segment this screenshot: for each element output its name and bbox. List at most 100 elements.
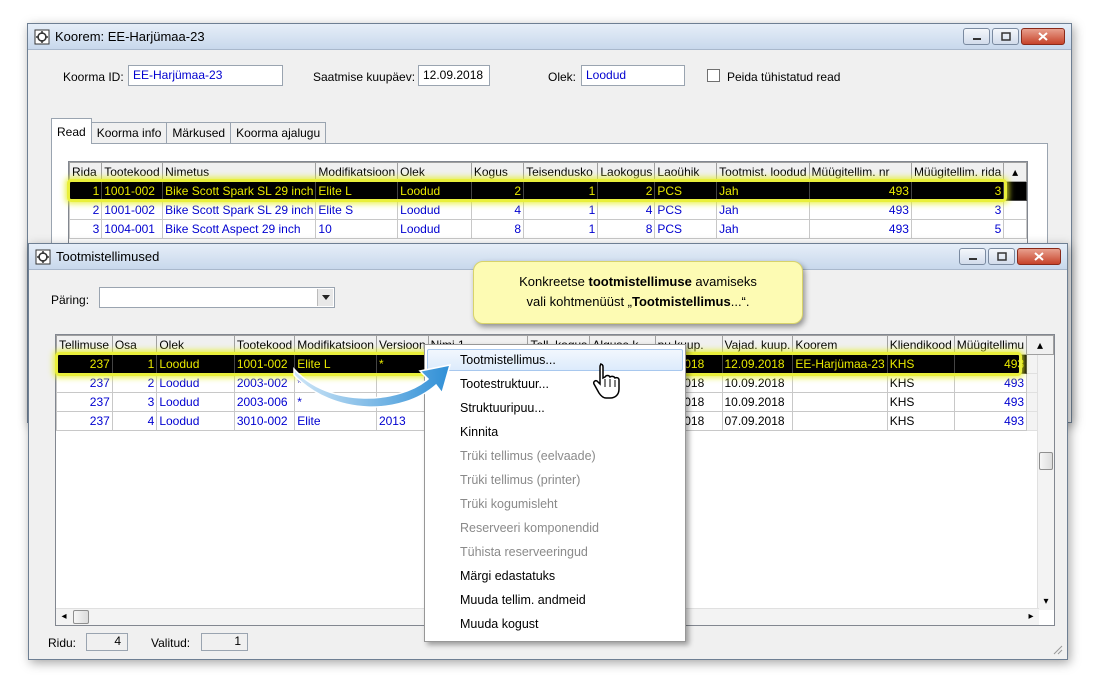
hand-cursor-icon xyxy=(593,363,620,399)
koorma-id-label: Koorma ID: xyxy=(63,70,124,84)
scroll-up-icon[interactable]: ▴ xyxy=(1026,335,1054,355)
saatmise-field[interactable]: 12.09.2018 xyxy=(418,65,490,86)
peida-label: Peida tühistatud read xyxy=(727,70,841,84)
col-laokogus[interactable]: Laokogus xyxy=(597,162,656,182)
cell: 4 xyxy=(470,200,525,220)
menu-item-muuda-kogust[interactable]: Muuda kogust xyxy=(425,612,685,636)
cell: Bike Scott Spark SL 29 inch xyxy=(162,200,317,220)
vertical-scrollbar[interactable]: ▾ xyxy=(1037,355,1054,610)
minimize-button[interactable] xyxy=(963,28,990,45)
maximize-button[interactable] xyxy=(992,28,1019,45)
cell: 1 xyxy=(523,181,599,201)
col-modifikatsioon[interactable]: Modifikatsioon xyxy=(315,162,399,182)
cell: 1001-002 xyxy=(101,200,164,220)
col-kogus[interactable]: Kogus xyxy=(470,162,525,182)
cell: PCS xyxy=(654,181,718,201)
tab-markused[interactable]: Märkused xyxy=(166,122,232,144)
cell: 1001-002 xyxy=(233,354,296,374)
valitud-count: 1 xyxy=(201,633,248,651)
resize-grip-icon[interactable] xyxy=(1051,643,1063,655)
col-teisendusko[interactable]: Teisendusko xyxy=(523,162,599,182)
maximize-button[interactable] xyxy=(988,248,1015,265)
scroll-left-icon[interactable]: ◂ xyxy=(56,609,72,625)
menu-item-truki-eelvaade: Trüki tellimus (eelvaade) xyxy=(460,449,596,463)
menu-item-muuda-andmeid[interactable]: Muuda tellim. andmeid xyxy=(425,588,685,612)
scroll-up-icon[interactable]: ▴ xyxy=(1003,162,1027,182)
vertical-scroll-thumb[interactable] xyxy=(1039,452,1053,470)
callout-text: avamiseks xyxy=(691,274,757,289)
tab-read[interactable]: Read xyxy=(51,118,92,144)
cell: Loodud xyxy=(156,411,235,431)
col-tootekood[interactable]: Tootekood xyxy=(233,335,296,355)
col-tootmist-loodud[interactable]: Tootmist. loodud xyxy=(716,162,810,182)
cell: 493 xyxy=(953,373,1028,393)
col-kliendikood[interactable]: Kliendikood xyxy=(886,335,955,355)
cell: 493 xyxy=(808,181,912,201)
koorma-id-field[interactable]: EE-Harjümaa-23 xyxy=(128,65,283,86)
col-vajad-kuup[interactable]: Vajad. kuup. xyxy=(721,335,794,355)
horizontal-scroll-thumb[interactable] xyxy=(73,610,89,624)
menu-item-tootestruktuur[interactable]: Tootestruktuur... xyxy=(425,372,685,396)
cell: 1 xyxy=(523,200,599,220)
table-row[interactable]: 1 1001-002 Bike Scott Spark SL 29 inch E… xyxy=(69,181,1027,201)
col-osa[interactable]: Osa xyxy=(111,335,158,355)
cell xyxy=(792,411,888,431)
col-rida[interactable]: Rida xyxy=(69,162,103,182)
col-muugitellim-rida[interactable]: Müügitellim. rida xyxy=(910,162,1005,182)
cell xyxy=(1003,219,1027,239)
cell: 1 xyxy=(523,219,599,239)
menu-item-struktuuripuu[interactable]: Struktuuripuu... xyxy=(425,396,685,420)
minimize-button[interactable] xyxy=(959,248,986,265)
paring-label: Päring: xyxy=(51,293,90,307)
dropdown-arrow-icon[interactable] xyxy=(317,289,333,306)
cell: 2003-002 xyxy=(233,373,296,393)
saatmise-label: Saatmise kuupäev: xyxy=(313,70,416,84)
cell: 493 xyxy=(953,354,1028,374)
col-koorem[interactable]: Koorem xyxy=(792,335,888,355)
olek-label: Olek: xyxy=(548,70,577,84)
cell: Loodud xyxy=(156,373,235,393)
cell: KHS xyxy=(886,373,955,393)
col-tellimuse[interactable]: Tellimuse xyxy=(56,335,113,355)
valitud-label: Valitud: xyxy=(151,636,191,650)
app-icon xyxy=(35,249,51,265)
cell: 4 xyxy=(111,411,158,431)
cell: Elite S xyxy=(315,200,399,220)
koorem-table: Rida Tootekood Nimetus Modifikatsioon Ol… xyxy=(69,162,1027,239)
scroll-right-icon[interactable]: ▸ xyxy=(1023,609,1039,625)
cell: 493 xyxy=(808,200,912,220)
pointer-arrow-icon xyxy=(293,364,452,408)
cell: 10.09.2018 xyxy=(721,373,794,393)
col-muugitellim-nr[interactable]: Müügitellim. nr xyxy=(808,162,912,182)
tab-koorma-ajalugu[interactable]: Koorma ajalugu xyxy=(230,122,327,144)
tab-koorma-info[interactable]: Koorma info xyxy=(90,122,168,144)
col-laouhik[interactable]: Laoühik xyxy=(654,162,718,182)
col-olek[interactable]: Olek xyxy=(397,162,472,182)
menu-item-kinnita[interactable]: Kinnita xyxy=(425,420,685,444)
olek-field[interactable]: Loodud xyxy=(581,65,685,86)
menu-item-truki-kogumisleht: Trüki kogumisleht xyxy=(460,497,558,511)
col-tootekood[interactable]: Tootekood xyxy=(101,162,164,182)
col-olek[interactable]: Olek xyxy=(156,335,235,355)
scroll-down-icon[interactable]: ▾ xyxy=(1038,594,1054,610)
table-row[interactable]: 2 1001-002 Bike Scott Spark SL 29 inch E… xyxy=(69,200,1027,220)
peida-checkbox[interactable] xyxy=(707,69,720,82)
cell: Loodud xyxy=(156,354,235,374)
menu-item-margi-edastatuks[interactable]: Märgi edastatuks xyxy=(425,564,685,588)
close-button[interactable] xyxy=(1017,248,1061,265)
menu-item-tuhista-reserveeringud: Tühista reserveeringud xyxy=(460,545,588,559)
col-nimetus[interactable]: Nimetus xyxy=(162,162,317,182)
cell: 12.09.2018 xyxy=(721,354,794,374)
koorem-titlebar[interactable]: Koorem: EE-Harjümaa-23 xyxy=(28,24,1071,50)
cell: 237 xyxy=(56,411,113,431)
col-muugitellimus[interactable]: Müügitellimu xyxy=(953,335,1028,355)
cell: 10.09.2018 xyxy=(721,392,794,412)
menu-item-tootmistellimus[interactable]: Tootmistellimus... xyxy=(427,349,683,371)
close-button[interactable] xyxy=(1021,28,1065,45)
cell: Elite L xyxy=(315,181,399,201)
cell: 3 xyxy=(910,200,1005,220)
table-row[interactable]: 3 1004-001 Bike Scott Aspect 29 inch 10 … xyxy=(69,219,1027,239)
paring-combobox[interactable] xyxy=(99,287,335,308)
cell xyxy=(792,373,888,393)
cell: Jah xyxy=(716,181,810,201)
